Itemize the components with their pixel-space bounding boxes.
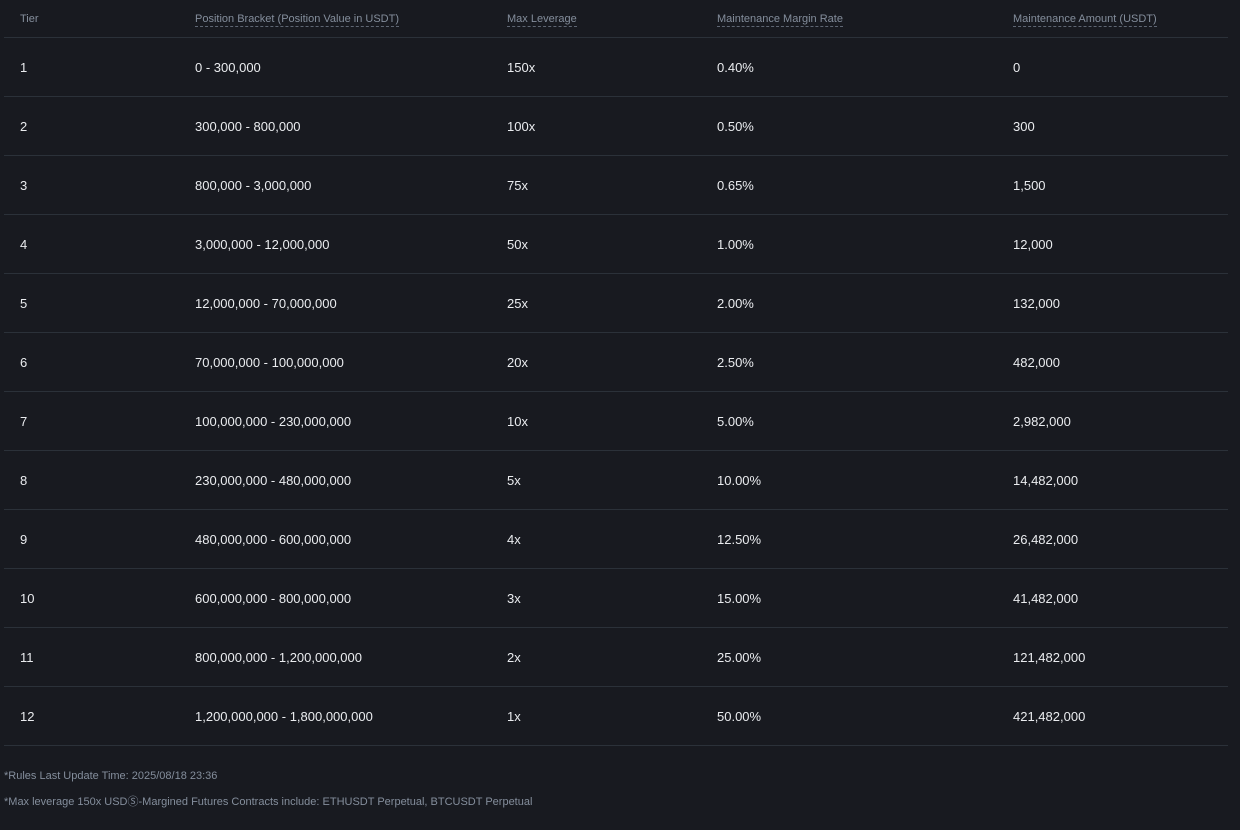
table-row: 11 800,000,000 - 1,200,000,000 2x 25.00%…	[4, 627, 1228, 687]
amount-cell: 300	[1013, 96, 1228, 156]
tier-cell: 8	[4, 450, 195, 510]
amount-cell: 121,482,000	[1013, 627, 1228, 687]
leverage-cell: 2x	[507, 627, 717, 687]
table-row: 12 1,200,000,000 - 1,800,000,000 1x 50.0…	[4, 686, 1228, 746]
footnotes: *Rules Last Update Time: 2025/08/18 23:3…	[4, 768, 532, 820]
leverage-cell: 10x	[507, 391, 717, 451]
amount-cell: 482,000	[1013, 332, 1228, 392]
tier-cell: 11	[4, 627, 195, 687]
mmr-cell: 5.00%	[717, 391, 1013, 451]
tier-cell: 5	[4, 273, 195, 333]
table-row: 3 800,000 - 3,000,000 75x 0.65% 1,500	[4, 155, 1228, 215]
leverage-cell: 100x	[507, 96, 717, 156]
table-row: 1 0 - 300,000 150x 0.40% 0	[4, 37, 1228, 97]
amount-cell: 132,000	[1013, 273, 1228, 333]
leverage-cell: 150x	[507, 37, 717, 97]
bracket-cell: 480,000,000 - 600,000,000	[195, 509, 507, 569]
header-position-bracket-label[interactable]: Position Bracket (Position Value in USDT…	[195, 12, 399, 27]
leverage-tier-table: Tier Position Bracket (Position Value in…	[4, 0, 1228, 746]
table-row: 10 600,000,000 - 800,000,000 3x 15.00% 4…	[4, 568, 1228, 628]
amount-cell: 26,482,000	[1013, 509, 1228, 569]
header-maintenance-amount[interactable]: Maintenance Amount (USDT)	[1013, 0, 1228, 38]
header-maintenance-amount-label[interactable]: Maintenance Amount (USDT)	[1013, 12, 1157, 27]
mmr-cell: 15.00%	[717, 568, 1013, 628]
tier-cell: 3	[4, 155, 195, 215]
mmr-cell: 25.00%	[717, 627, 1013, 687]
amount-cell: 421,482,000	[1013, 686, 1228, 746]
table-row: 5 12,000,000 - 70,000,000 25x 2.00% 132,…	[4, 273, 1228, 333]
rules-update-time-note: *Rules Last Update Time: 2025/08/18 23:3…	[4, 770, 218, 782]
leverage-cell: 50x	[507, 214, 717, 274]
leverage-cell: 75x	[507, 155, 717, 215]
header-position-bracket[interactable]: Position Bracket (Position Value in USDT…	[195, 0, 507, 38]
mmr-cell: 1.00%	[717, 214, 1013, 274]
amount-cell: 14,482,000	[1013, 450, 1228, 510]
amount-cell: 12,000	[1013, 214, 1228, 274]
bracket-cell: 100,000,000 - 230,000,000	[195, 391, 507, 451]
leverage-cell: 25x	[507, 273, 717, 333]
header-row: Tier Position Bracket (Position Value in…	[4, 0, 1228, 38]
table-row: 2 300,000 - 800,000 100x 0.50% 300	[4, 96, 1228, 156]
mmr-cell: 50.00%	[717, 686, 1013, 746]
table-row: 8 230,000,000 - 480,000,000 5x 10.00% 14…	[4, 450, 1228, 510]
table-header: Tier Position Bracket (Position Value in…	[4, 0, 1228, 38]
tier-cell: 1	[4, 37, 195, 97]
tier-cell: 7	[4, 391, 195, 451]
leverage-cell: 5x	[507, 450, 717, 510]
header-max-leverage-label[interactable]: Max Leverage	[507, 12, 577, 27]
leverage-tier-page: Tier Position Bracket (Position Value in…	[0, 0, 1240, 830]
bracket-cell: 800,000,000 - 1,200,000,000	[195, 627, 507, 687]
bracket-cell: 1,200,000,000 - 1,800,000,000	[195, 686, 507, 746]
tier-cell: 2	[4, 96, 195, 156]
bracket-cell: 800,000 - 3,000,000	[195, 155, 507, 215]
bracket-cell: 70,000,000 - 100,000,000	[195, 332, 507, 392]
header-max-leverage[interactable]: Max Leverage	[507, 0, 717, 38]
header-tier: Tier	[4, 0, 195, 38]
mmr-cell: 10.00%	[717, 450, 1013, 510]
leverage-cell: 4x	[507, 509, 717, 569]
mmr-cell: 2.00%	[717, 273, 1013, 333]
bracket-cell: 230,000,000 - 480,000,000	[195, 450, 507, 510]
table-row: 4 3,000,000 - 12,000,000 50x 1.00% 12,00…	[4, 214, 1228, 274]
table-body: 1 0 - 300,000 150x 0.40% 0 2 300,000 - 8…	[4, 37, 1228, 746]
leverage-cell: 20x	[507, 332, 717, 392]
tier-cell: 4	[4, 214, 195, 274]
table-row: 7 100,000,000 - 230,000,000 10x 5.00% 2,…	[4, 391, 1228, 451]
mmr-cell: 0.65%	[717, 155, 1013, 215]
amount-cell: 1,500	[1013, 155, 1228, 215]
leverage-cell: 1x	[507, 686, 717, 746]
table-row: 6 70,000,000 - 100,000,000 20x 2.50% 482…	[4, 332, 1228, 392]
tier-cell: 9	[4, 509, 195, 569]
tier-cell: 10	[4, 568, 195, 628]
header-tier-label: Tier	[20, 12, 39, 25]
bracket-cell: 3,000,000 - 12,000,000	[195, 214, 507, 274]
bracket-cell: 12,000,000 - 70,000,000	[195, 273, 507, 333]
header-maintenance-margin-rate[interactable]: Maintenance Margin Rate	[717, 0, 1013, 38]
mmr-cell: 0.50%	[717, 96, 1013, 156]
mmr-cell: 12.50%	[717, 509, 1013, 569]
amount-cell: 2,982,000	[1013, 391, 1228, 451]
amount-cell: 0	[1013, 37, 1228, 97]
table-row: 9 480,000,000 - 600,000,000 4x 12.50% 26…	[4, 509, 1228, 569]
tier-cell: 12	[4, 686, 195, 746]
bracket-cell: 0 - 300,000	[195, 37, 507, 97]
mmr-cell: 2.50%	[717, 332, 1013, 392]
amount-cell: 41,482,000	[1013, 568, 1228, 628]
bracket-cell: 300,000 - 800,000	[195, 96, 507, 156]
tier-cell: 6	[4, 332, 195, 392]
leverage-cell: 3x	[507, 568, 717, 628]
bracket-cell: 600,000,000 - 800,000,000	[195, 568, 507, 628]
max-leverage-note: *Max leverage 150x USDⓈ-Margined Futures…	[4, 796, 533, 808]
header-maintenance-margin-rate-label[interactable]: Maintenance Margin Rate	[717, 12, 843, 27]
mmr-cell: 0.40%	[717, 37, 1013, 97]
